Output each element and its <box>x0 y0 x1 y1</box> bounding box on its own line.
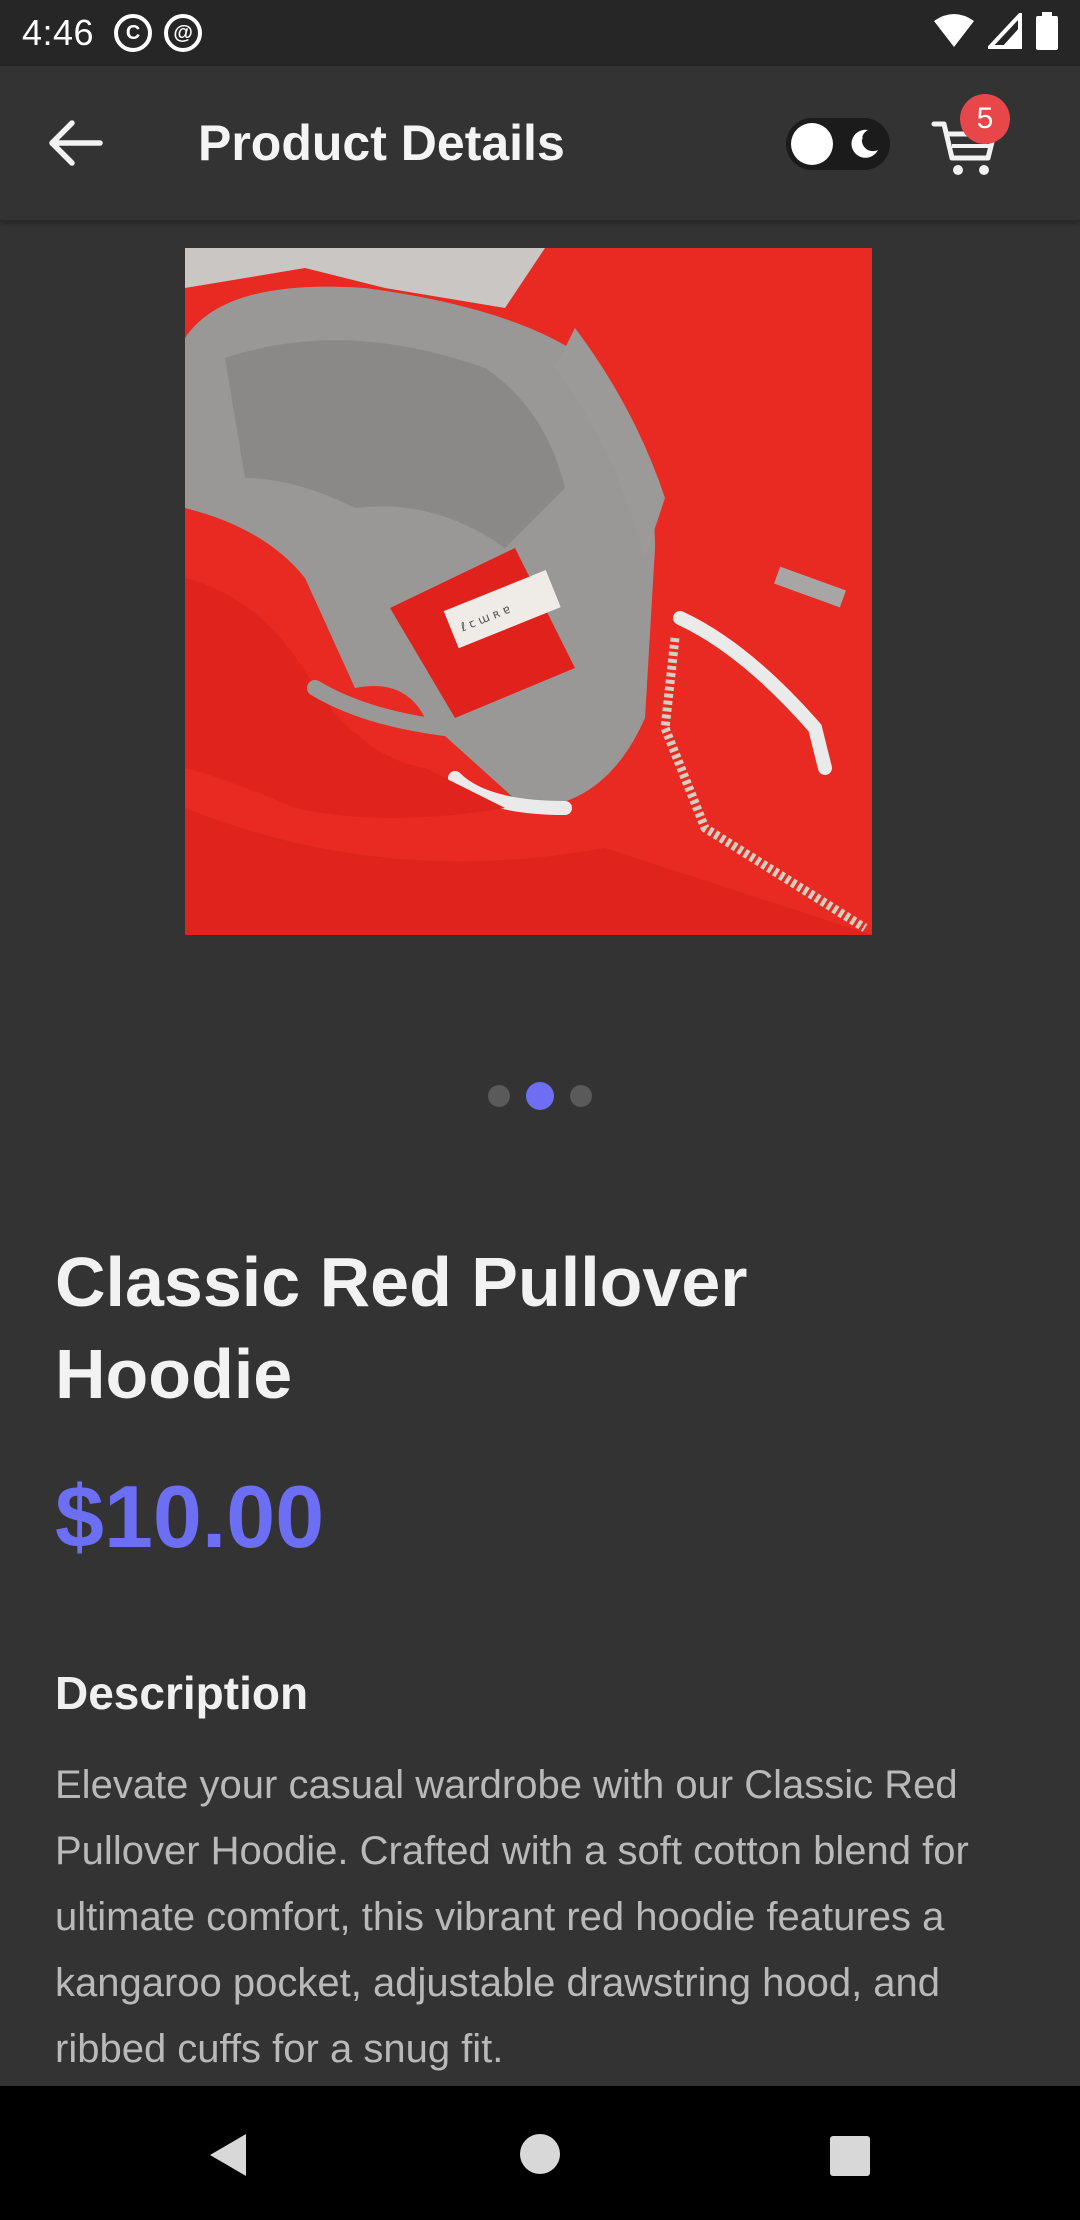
description-heading: Description <box>55 1667 309 1719</box>
app-bar: Product Details 5 <box>0 66 1080 222</box>
back-arrow-icon[interactable] <box>44 116 108 170</box>
signal-icon <box>988 13 1022 49</box>
image-pager <box>0 1082 1080 1110</box>
status-bar: 4:46 C @ <box>0 0 1080 66</box>
status-right-icons <box>934 12 1058 50</box>
product-name: Classic Red Pullover Hoodie <box>55 1243 748 1413</box>
pager-dot[interactable] <box>570 1085 592 1107</box>
status-time: 4:46 <box>22 12 95 53</box>
nav-recents-icon[interactable] <box>830 2136 870 2176</box>
theme-toggle[interactable] <box>786 118 890 170</box>
moon-icon <box>851 129 878 158</box>
pager-dot[interactable] <box>488 1085 510 1107</box>
hoodie-illustration: ℓ ꞇ ɯ ʀ ɐ <box>185 248 872 935</box>
pager-dot-active[interactable] <box>526 1082 554 1110</box>
toggle-knob <box>791 123 833 165</box>
description-text: Elevate your casual wardrobe with our Cl… <box>55 1763 969 2071</box>
nav-back-icon[interactable] <box>206 2132 250 2178</box>
battery-icon <box>1036 12 1058 50</box>
wifi-icon <box>934 14 974 47</box>
nav-home-icon[interactable] <box>520 2134 560 2174</box>
system-nav-bar <box>0 2086 1080 2220</box>
notification-c-icon: C <box>114 14 153 52</box>
notification-at-icon: @ <box>164 14 203 52</box>
page-title: Product Details <box>198 115 565 171</box>
product-image[interactable]: ℓ ꞇ ɯ ʀ ɐ <box>185 248 872 935</box>
product-price: $10.00 <box>55 1467 325 1566</box>
cart-count-badge[interactable]: 5 <box>960 94 1010 144</box>
